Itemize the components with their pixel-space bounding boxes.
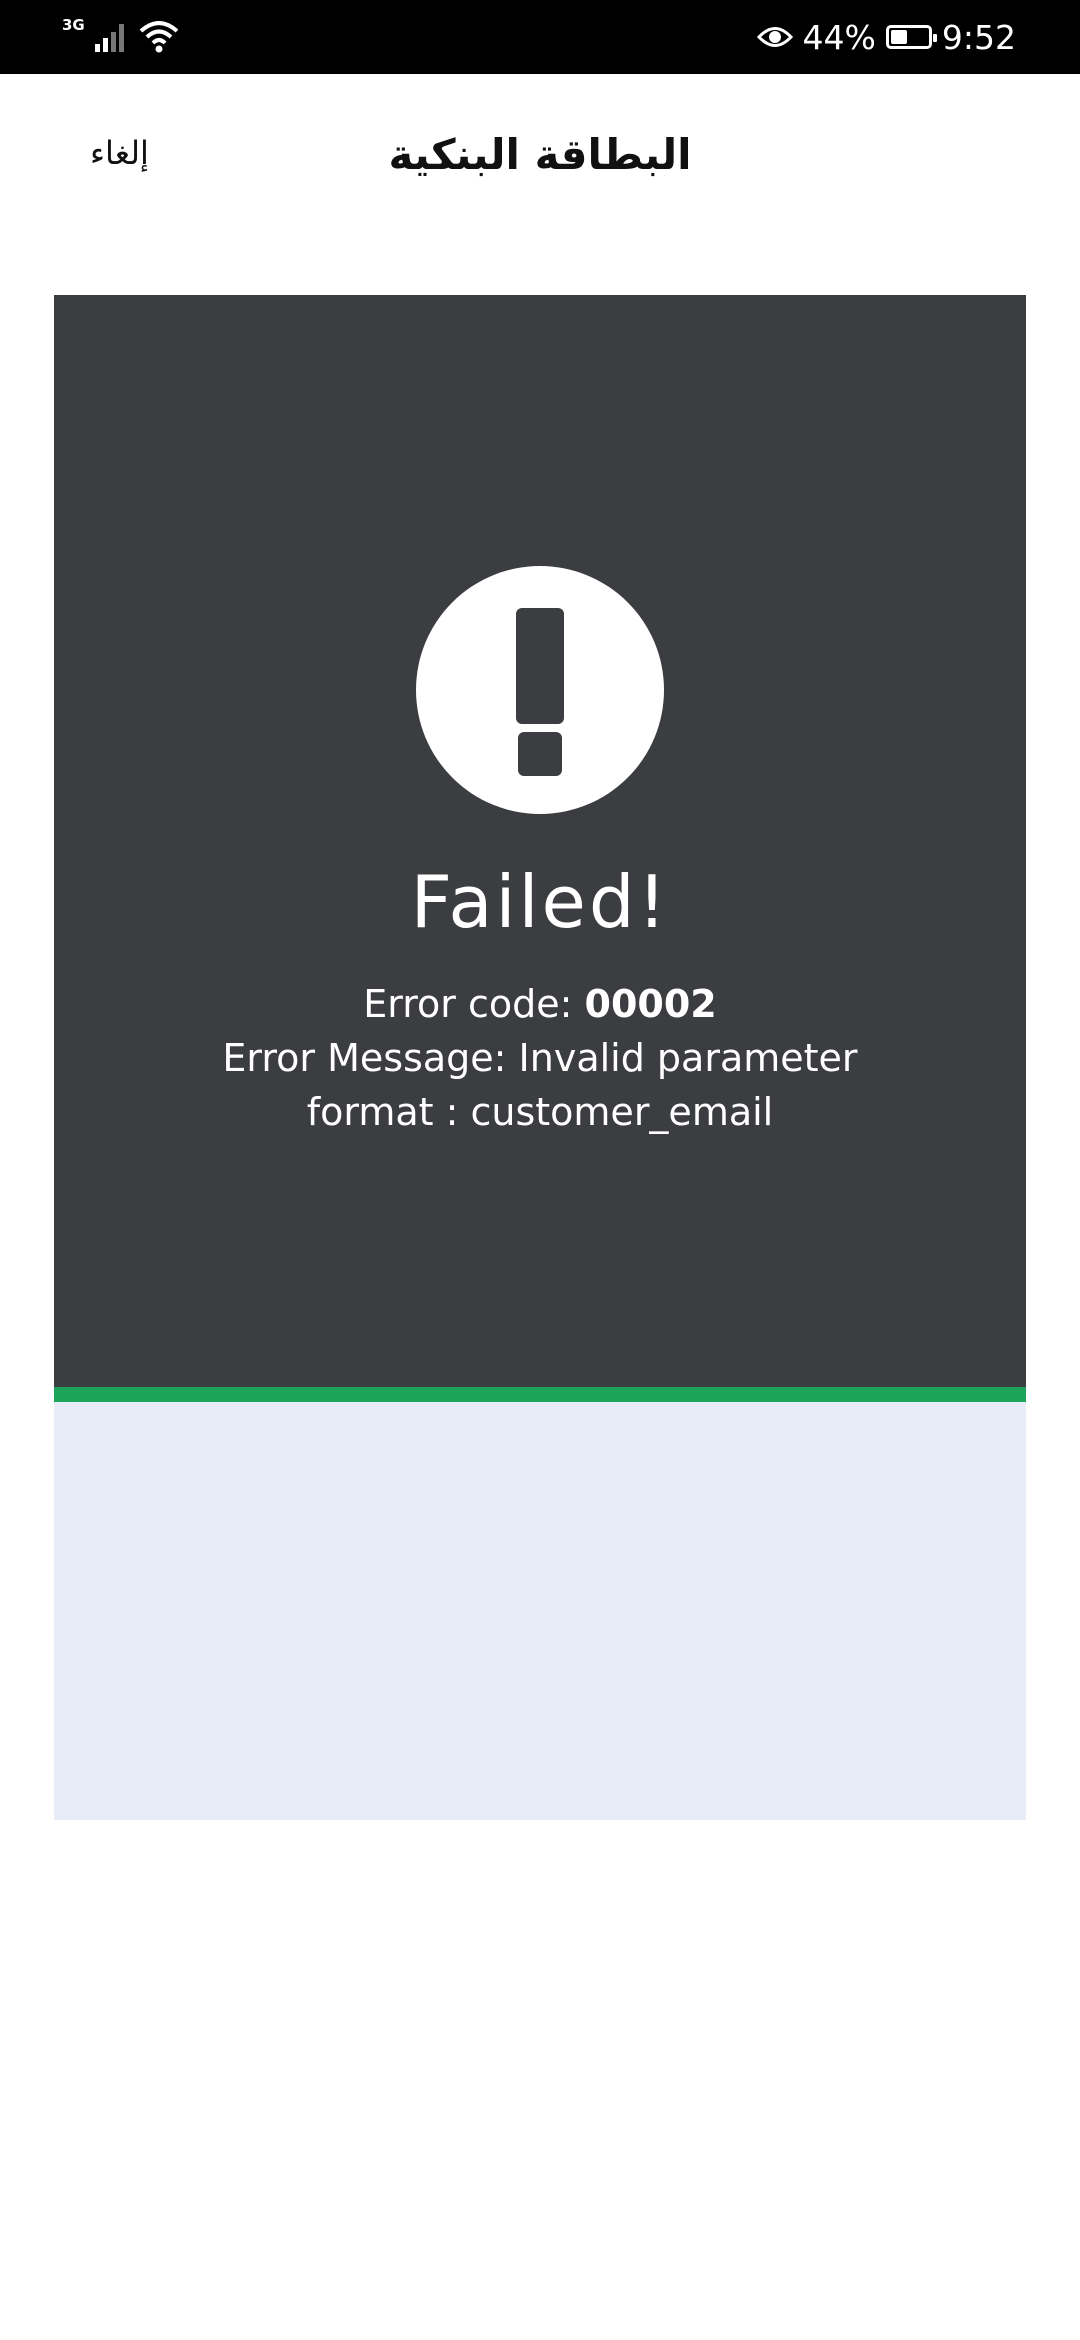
- result-panel: [54, 295, 1026, 1387]
- status-right: 44% 9:52: [756, 14, 1016, 60]
- lower-content-area: [54, 1402, 1026, 1820]
- alert-icon-bar: [516, 608, 564, 724]
- error-message-line-1: Error Message: Invalid parameter: [222, 1036, 858, 1080]
- page-title: البطاقة البنكية: [388, 130, 692, 179]
- result-title: Failed!: [410, 860, 670, 944]
- battery-icon: [885, 25, 937, 49]
- alert-icon: [416, 566, 664, 814]
- error-code-label: Error code:: [363, 982, 585, 1026]
- battery-percent: 44%: [802, 17, 876, 57]
- status-bar: 3G 44% 9:52: [0, 0, 1080, 74]
- error-code-value: 00002: [584, 982, 717, 1026]
- eye-icon: [756, 27, 793, 47]
- error-code-line: Error code: 00002: [54, 982, 1026, 1026]
- alert-icon-dot: [518, 732, 562, 776]
- network-type-label: 3G: [62, 16, 85, 34]
- status-left: 3G: [62, 14, 179, 60]
- clock: 9:52: [941, 17, 1016, 57]
- signal-icon: [94, 24, 124, 52]
- accent-divider: [54, 1387, 1026, 1402]
- app-header: إلغاء البطاقة البنكية: [0, 74, 1080, 254]
- error-message-line-2: format : customer_email: [306, 1090, 774, 1134]
- battery-fill: [890, 30, 907, 44]
- wifi-icon: [139, 21, 179, 53]
